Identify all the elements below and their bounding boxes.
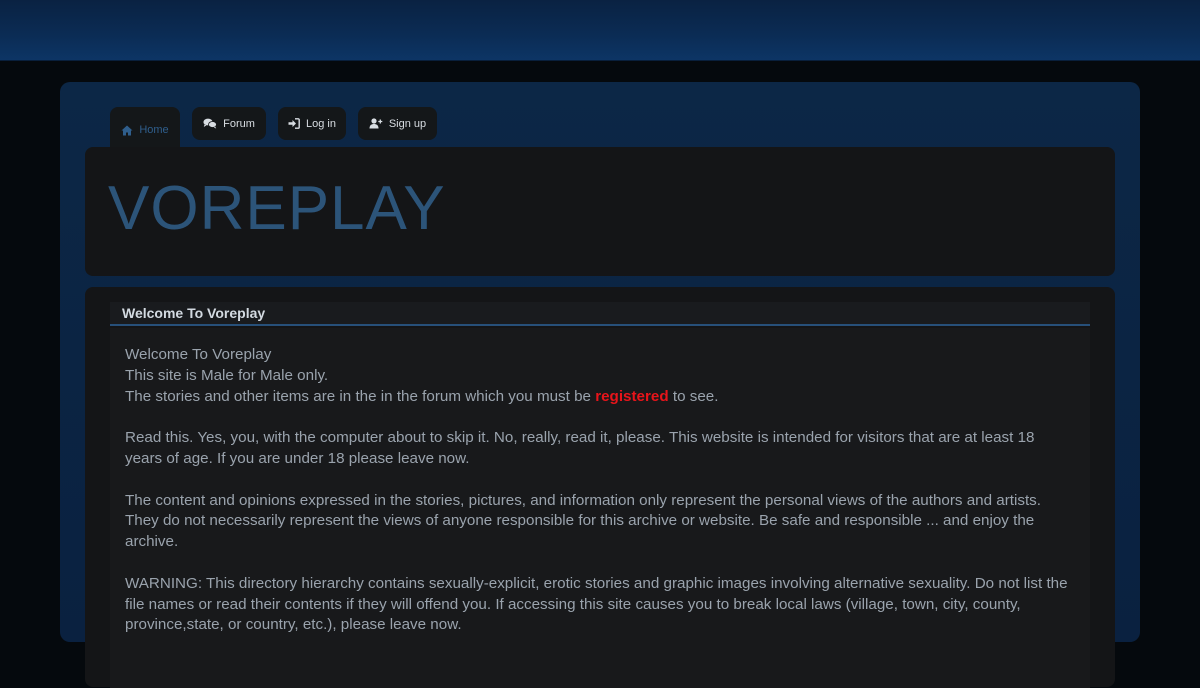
tab-login[interactable]: Log in: [278, 107, 346, 140]
content-panel: Welcome To Voreplay Welcome To Voreplay …: [85, 287, 1115, 688]
welcome-line-1: Welcome To Voreplay: [125, 346, 272, 363]
welcome-line-2: This site is Male for Male only.: [125, 366, 329, 384]
chat-bubbles-icon: [203, 118, 218, 129]
registered-link[interactable]: registered: [595, 388, 668, 405]
welcome-block-body: Welcome To Voreplay This site is Male fo…: [110, 328, 1090, 688]
site-title[interactable]: VOREPLAY: [108, 173, 446, 244]
disclaimer-paragraph: The content and opinions expressed in th…: [125, 491, 1041, 551]
tab-home-label: Home: [139, 124, 169, 136]
sign-in-icon: [288, 118, 300, 129]
welcome-line-3-end: to see.: [668, 387, 719, 405]
welcome-block-heading: Welcome To Voreplay: [110, 302, 1090, 326]
tab-forum[interactable]: Forum: [192, 107, 266, 140]
welcome-line-3-start: The stories and other items are in the i…: [125, 387, 596, 405]
top-header-bar: [0, 0, 1200, 61]
welcome-intro: Welcome To Voreplay This site is Male fo…: [125, 345, 1075, 407]
tab-home[interactable]: Home: [110, 107, 180, 149]
site-banner: VOREPLAY: [85, 147, 1115, 276]
home-icon: [121, 125, 133, 135]
content-warning-paragraph: WARNING: This directory hierarchy contai…: [125, 574, 1068, 634]
page-wrapper: Home Forum Log in Sign up VOREPLAY Welco…: [60, 82, 1140, 688]
tab-login-label: Log in: [306, 117, 336, 130]
tab-forum-label: Forum: [223, 117, 255, 130]
tab-signup[interactable]: Sign up: [358, 107, 437, 140]
age-warning-paragraph: Read this. Yes, you, with the computer a…: [125, 429, 1035, 467]
tab-signup-label: Sign up: [388, 117, 427, 130]
user-plus-icon: [369, 118, 383, 129]
